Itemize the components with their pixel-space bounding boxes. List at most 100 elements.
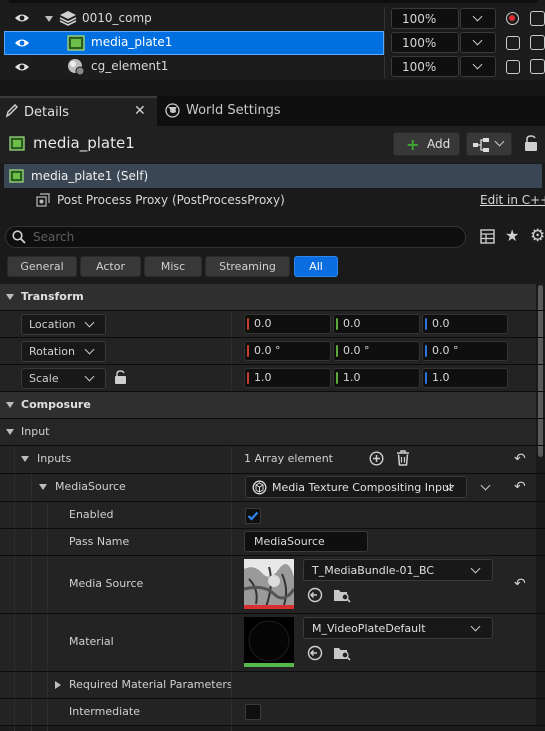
lock-icon[interactable] — [530, 11, 545, 26]
search-icon — [12, 230, 26, 247]
expand-arrow-icon[interactable] — [45, 16, 53, 22]
opacity-dropdown[interactable] — [460, 8, 496, 29]
component-child-row[interactable]: Post Process Proxy (PostProcessProxy) Ed… — [4, 189, 545, 211]
chevron-down-icon — [84, 371, 95, 382]
row-separator — [0, 337, 545, 338]
rotation-z-field[interactable]: 0.0 ° — [422, 341, 508, 361]
blueprint-options-button[interactable] — [466, 132, 512, 156]
column-divider — [231, 311, 232, 337]
use-selected-icon[interactable] — [307, 645, 323, 664]
scrollbar-track[interactable] — [536, 283, 545, 731]
location-z-field[interactable]: 0.0 — [422, 314, 508, 334]
scale-lock-icon[interactable] — [114, 370, 127, 388]
location-x-field[interactable]: 0.0 — [244, 314, 331, 334]
settings-gear-icon[interactable]: ⚙ — [530, 226, 545, 246]
transform-section-header[interactable]: Transform — [0, 284, 536, 310]
opacity-field[interactable]: 100% — [391, 56, 459, 77]
filter-actor[interactable]: Actor — [80, 256, 141, 277]
edit-in-cpp-link[interactable]: Edit in C++ — [480, 193, 545, 207]
filter-streaming[interactable]: Streaming — [205, 256, 290, 277]
tab-details-label: Details — [24, 105, 70, 120]
tab-world-settings-label: World Settings — [186, 103, 281, 118]
row-separator — [0, 391, 545, 392]
reset-to-default-icon[interactable]: ↶ — [514, 576, 526, 592]
outliner-row[interactable]: cg_element1 100% — [0, 56, 545, 78]
opacity-dropdown[interactable] — [460, 32, 496, 53]
rotation-x-field[interactable]: 0.0 ° — [244, 341, 331, 361]
tab-world-settings[interactable]: World Settings — [158, 96, 288, 126]
row-separator — [0, 555, 545, 556]
input-class-dropdown[interactable]: Media Texture Compositing Input — [245, 476, 467, 498]
visibility-eye-icon[interactable] — [14, 61, 30, 76]
record-icon[interactable] — [506, 12, 519, 25]
scale-x-field[interactable]: 1.0 — [244, 368, 331, 388]
outliner-top-bar — [8, 0, 538, 3]
browse-asset-icon[interactable] — [333, 587, 351, 606]
media-source-element-row: MediaSource Media Texture Compositing In… — [0, 474, 536, 501]
row-separator — [0, 364, 545, 365]
rotation-y-field[interactable]: 0.0 ° — [333, 341, 420, 361]
opacity-dropdown[interactable] — [460, 56, 496, 77]
checkbox-icon[interactable] — [506, 36, 520, 50]
lock-icon[interactable] — [530, 35, 545, 50]
material-thumbnail[interactable] — [244, 617, 294, 667]
media-source-thumbnail[interactable] — [244, 559, 294, 609]
filter-general[interactable]: General — [7, 256, 77, 277]
media-plate-icon — [9, 169, 24, 186]
media-source-asset-row: Media Source T_MediaBundle-01_BC ↶ — [0, 556, 536, 613]
outliner-row-selected[interactable]: media_plate1 100% — [0, 31, 545, 55]
required-params-row[interactable]: Required Material Parameters — [0, 672, 536, 698]
visibility-eye-icon[interactable] — [14, 12, 30, 27]
collapse-arrow-icon[interactable] — [21, 456, 29, 462]
composure-section-header[interactable]: Composure — [0, 392, 536, 418]
visibility-eye-icon[interactable] — [14, 37, 30, 52]
browse-asset-icon[interactable] — [333, 645, 351, 664]
intermediate-checkbox[interactable] — [245, 704, 261, 720]
media-source-asset-dropdown[interactable]: T_MediaBundle-01_BC — [303, 559, 493, 581]
enabled-checkbox[interactable] — [245, 508, 261, 524]
inputs-array-row: Inputs 1 Array element ↶ — [0, 446, 536, 473]
location-y-field[interactable]: 0.0 — [333, 314, 420, 334]
outliner-item-label: 0010_comp — [82, 11, 152, 25]
location-row: Location 0.0 0.0 0.0 — [0, 311, 536, 337]
lock-icon[interactable] — [530, 59, 545, 74]
chevron-down-icon — [470, 621, 481, 632]
filter-misc[interactable]: Misc — [144, 256, 202, 277]
checkbox-icon[interactable] — [506, 60, 520, 74]
globe-icon — [165, 103, 180, 121]
column-divider — [384, 56, 385, 78]
tab-details[interactable]: Details ✕ — [0, 96, 157, 126]
column-divider — [231, 338, 232, 364]
pass-name-input[interactable]: MediaSource — [244, 531, 368, 552]
search-input[interactable]: Search — [5, 226, 466, 248]
chevron-down-icon — [472, 11, 483, 22]
table-view-icon[interactable] — [480, 229, 495, 247]
add-element-icon[interactable] — [369, 451, 384, 469]
filter-all[interactable]: All — [294, 256, 338, 277]
add-component-button[interactable]: + Add — [393, 132, 460, 156]
component-self-row[interactable]: media_plate1 (Self) — [4, 164, 542, 188]
delete-icon[interactable] — [396, 450, 410, 469]
scale-z-field[interactable]: 1.0 — [422, 368, 508, 388]
reset-to-default-icon[interactable]: ↶ — [514, 479, 526, 495]
rotation-dropdown[interactable]: Rotation — [21, 341, 106, 362]
row-separator — [0, 613, 545, 614]
opacity-field[interactable]: 100% — [391, 8, 459, 29]
material-asset-dropdown[interactable]: M_VideoPlateDefault — [303, 617, 493, 639]
opacity-field[interactable]: 100% — [391, 32, 459, 53]
input-category-header[interactable]: Input — [0, 419, 536, 445]
scale-y-field[interactable]: 1.0 — [333, 368, 420, 388]
use-selected-icon[interactable] — [307, 587, 323, 606]
lock-icon[interactable] — [524, 135, 538, 155]
outliner-row[interactable]: 0010_comp 100% — [0, 7, 545, 30]
scale-dropdown[interactable]: Scale — [21, 368, 106, 389]
chevron-down-icon — [84, 344, 95, 355]
details-icon — [5, 103, 19, 121]
collapse-arrow-icon[interactable] — [39, 484, 47, 490]
close-icon[interactable]: ✕ — [134, 103, 146, 119]
location-dropdown[interactable]: Location — [21, 314, 106, 335]
reset-to-default-icon[interactable]: ↶ — [514, 451, 526, 467]
star-icon[interactable]: ★ — [505, 226, 519, 245]
pass-name-row: Pass Name MediaSource — [0, 529, 536, 555]
chevron-down-icon[interactable] — [480, 480, 491, 491]
